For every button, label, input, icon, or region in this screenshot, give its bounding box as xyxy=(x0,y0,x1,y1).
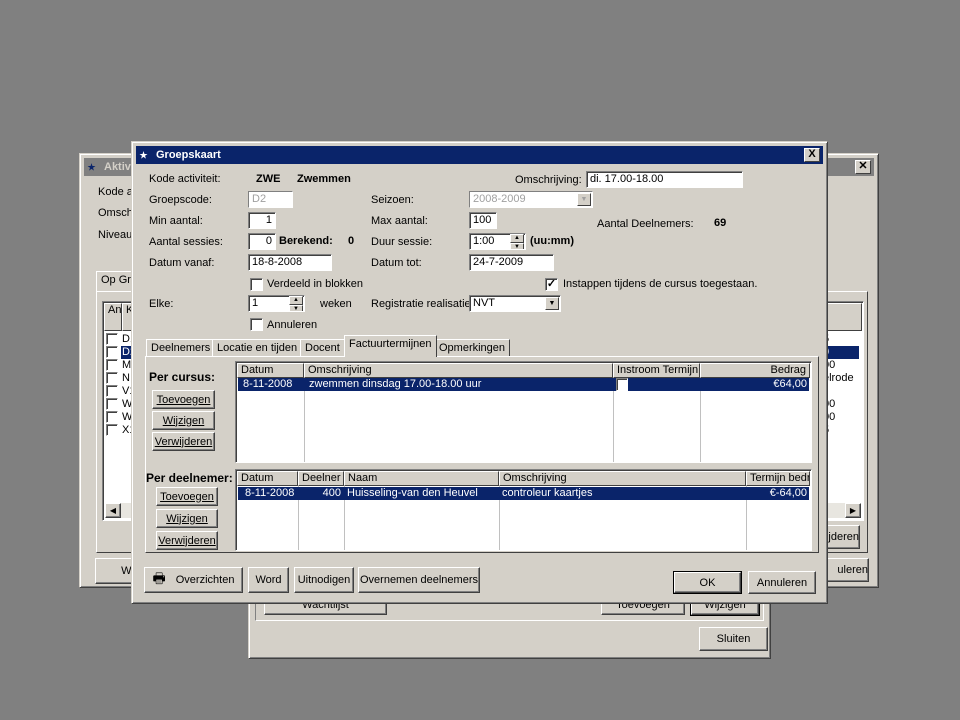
column-header[interactable]: Instroom Termijn xyxy=(613,363,700,378)
ok-button[interactable]: OK xyxy=(673,571,742,594)
seizoen-select[interactable]: 2008-2009 ▼ xyxy=(469,191,593,208)
max-label: Max aantal: xyxy=(371,215,428,227)
omschrijving-label: Omschrijving: xyxy=(515,174,582,186)
instappen-checkbox[interactable]: ✓ xyxy=(545,278,558,291)
spin-down-icon[interactable]: ▼ xyxy=(289,304,303,311)
bedrag-cell: €64,00 xyxy=(773,378,807,390)
column-header[interactable]: Naam xyxy=(344,471,499,486)
duur-spinner[interactable]: ▲ ▼ xyxy=(510,234,524,249)
column-header[interactable]: Deelner xyxy=(298,471,344,486)
tot-input[interactable]: 24-7-2009 xyxy=(469,254,554,271)
vanaf-input[interactable]: 18-8-2008 xyxy=(248,254,332,271)
aantal-deelnemers-label: Aantal Deelnemers: xyxy=(597,218,694,230)
cursus-remove-button[interactable]: Verwijderen xyxy=(152,432,215,451)
tot-label: Datum tot: xyxy=(371,257,422,269)
kode-label: Kode activiteit: xyxy=(149,173,221,185)
annuleren-button[interactable]: Annuleren xyxy=(748,571,816,594)
elke-value: 1 xyxy=(252,297,259,309)
tab-docent[interactable]: Docent xyxy=(300,339,345,357)
edit-label: Wijzigen xyxy=(162,414,205,427)
verdeeld-checkbox[interactable] xyxy=(250,278,263,291)
sessies-input[interactable]: 0 xyxy=(248,233,276,250)
bedrag-cell: €-64,00 xyxy=(769,487,807,499)
duur-input[interactable]: 1:00 ▲ ▼ xyxy=(469,233,526,250)
vanaf-label: Datum vanaf: xyxy=(149,257,215,269)
printer-icon: 🖶 xyxy=(152,570,166,586)
column-header[interactable]: Bedrag xyxy=(700,363,810,378)
per-cursus-list[interactable]: Datum Omschrijving Instroom Termijn Bedr… xyxy=(235,361,812,463)
uumm-label: (uu:mm) xyxy=(530,235,574,247)
registratie-select[interactable]: NVT ▼ xyxy=(469,295,561,312)
word-button[interactable]: Word xyxy=(248,567,289,593)
chevron-down-icon[interactable]: ▼ xyxy=(577,193,591,206)
max-input[interactable]: 100 xyxy=(469,212,497,229)
chevron-down-icon[interactable]: ▼ xyxy=(545,297,559,310)
datum-cell: 8-11-2008 xyxy=(245,487,295,499)
berekend-value: 0 xyxy=(348,235,355,247)
kode-value: ZWE xyxy=(256,173,281,185)
column-header[interactable]: Datum xyxy=(237,471,298,486)
berekend-label: Berekend: xyxy=(279,235,333,247)
spin-down-icon[interactable]: ▼ xyxy=(510,242,524,249)
deelnemer-add-button[interactable]: Toevoegen xyxy=(156,487,218,506)
annuleren-checkbox[interactable] xyxy=(250,318,263,331)
column-header[interactable]: Omschrijving xyxy=(304,363,613,378)
registratie-label: Registratie realisatie: xyxy=(371,298,474,310)
remove-label: Verwijderen xyxy=(154,435,213,448)
elke-input[interactable]: 1 ▲ ▼ xyxy=(248,295,305,312)
min-label: Min aantal: xyxy=(149,215,203,227)
cursus-edit-button[interactable]: Wijzigen xyxy=(152,411,215,430)
add-label: Toevoegen xyxy=(156,393,211,406)
overzichten-label: Overzichten xyxy=(175,574,235,586)
datum-cell: 8-11-2008 xyxy=(243,378,293,390)
naam-cell: Huisseling-van den Heuvel xyxy=(347,487,478,499)
per-deelnemer-list[interactable]: Datum Deelner Naam Omschrijving Termijn … xyxy=(235,469,812,551)
tab-locatie[interactable]: Locatie en tijden xyxy=(212,339,303,357)
groepscode-label: Groepscode: xyxy=(149,194,212,206)
per-cursus-label: Per cursus: xyxy=(149,370,216,384)
tab-deelnemers[interactable]: Deelnemers xyxy=(146,339,216,357)
duur-value: 1:00 xyxy=(473,235,495,247)
min-input[interactable]: 1 xyxy=(248,212,276,229)
instappen-label: Instappen tijdens de cursus toegestaan. xyxy=(563,278,758,290)
table-row[interactable]: 8-11-2008 zwemmen dinsdag 17.00-18.00 uu… xyxy=(238,378,809,391)
tab-factuurtermijnen[interactable]: Factuurtermijnen xyxy=(344,335,437,357)
add-label: Toevoegen xyxy=(160,490,214,503)
cursus-add-button[interactable]: Toevoegen xyxy=(152,390,215,409)
duur-label: Duur sessie: xyxy=(371,236,433,248)
sessies-label: Aantal sessies: xyxy=(149,236,223,248)
table-row[interactable]: 8-11-2008 400 Huisseling-van den Heuvel … xyxy=(238,487,809,500)
groepscode-input[interactable]: D2 xyxy=(248,191,293,208)
omschrijving-cell: controleur kaartjes xyxy=(502,487,593,499)
seizoen-label: Seizoen: xyxy=(371,194,414,206)
spin-up-icon[interactable]: ▲ xyxy=(510,234,524,243)
elke-label: Elke: xyxy=(149,298,174,310)
edit-label: Wijzigen xyxy=(166,512,208,525)
omschrijving-input[interactable]: di. 17.00-18.00 xyxy=(586,171,743,188)
verdeeld-label: Verdeeld in blokken xyxy=(267,278,364,290)
spin-up-icon[interactable]: ▲ xyxy=(289,296,303,305)
elke-spinner[interactable]: ▲ ▼ xyxy=(289,296,303,311)
aantal-deelnemers-value: 69 xyxy=(714,217,727,229)
uitnodigen-button[interactable]: Uitnodigen xyxy=(294,567,354,593)
deelnemer-remove-button[interactable]: Verwijderen xyxy=(156,531,218,550)
weken-label: weken xyxy=(320,298,352,310)
seizoen-value: 2008-2009 xyxy=(473,193,526,205)
column-header[interactable]: Omschrijving xyxy=(499,471,746,486)
column-header[interactable]: Termijn bedr xyxy=(746,471,810,486)
registratie-value: NVT xyxy=(473,297,495,309)
overnemen-deelnemers-button[interactable]: Overnemen deelnemers xyxy=(358,567,480,593)
annuleren-label: Annuleren xyxy=(267,319,318,331)
activiteit-value: Zwemmen xyxy=(297,173,351,185)
overzichten-button[interactable]: 🖶 Overzichten xyxy=(144,567,243,593)
column-header[interactable]: Datum xyxy=(237,363,304,378)
tab-opmerkingen[interactable]: Opmerkingen xyxy=(434,339,511,357)
remove-label: Verwijderen xyxy=(158,534,216,547)
omschrijving-cell: zwemmen dinsdag 17.00-18.00 uur xyxy=(309,378,482,390)
deelnemer-cell: 400 xyxy=(322,487,341,499)
deelnemer-edit-button[interactable]: Wijzigen xyxy=(156,509,218,528)
instroom-checkbox[interactable] xyxy=(616,378,628,391)
per-deelnemer-label: Per deelnemer: xyxy=(146,471,233,485)
